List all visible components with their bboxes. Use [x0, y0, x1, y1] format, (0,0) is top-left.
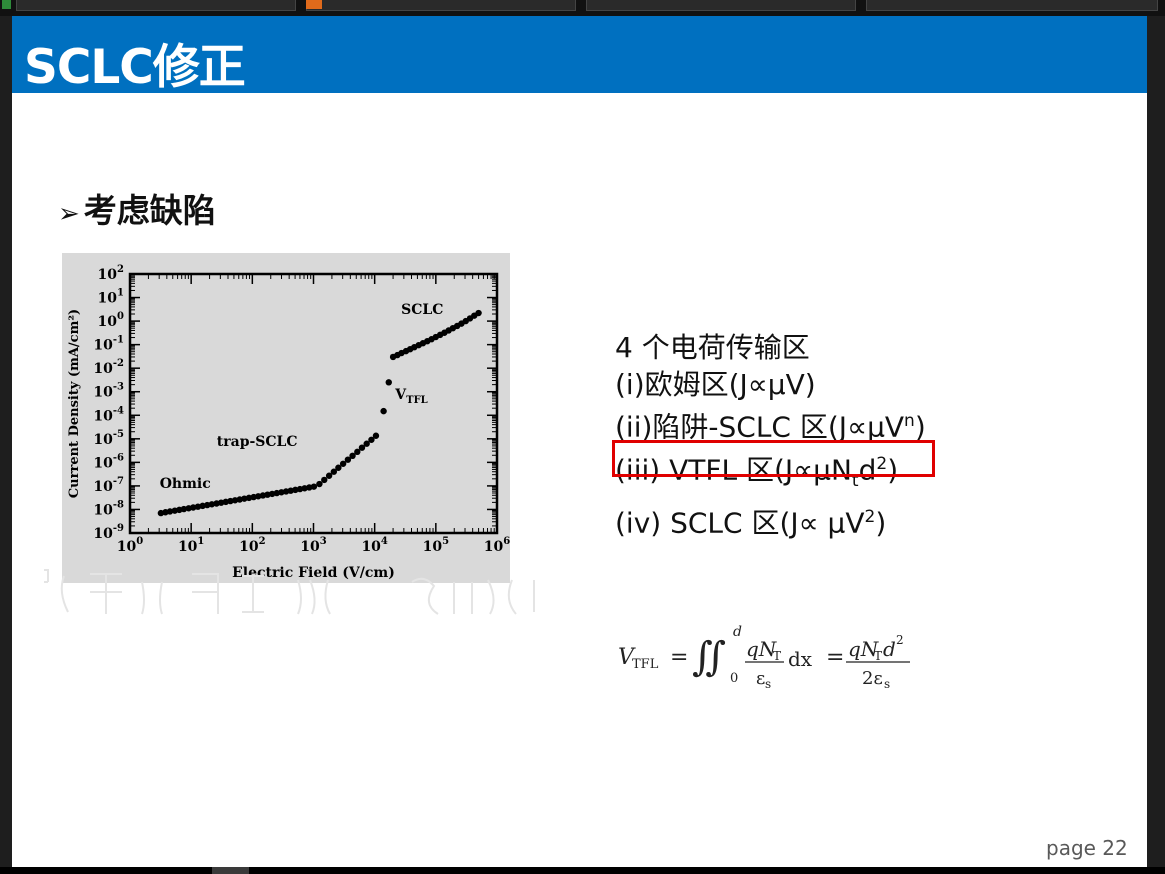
formula-lower-limit: 0 — [730, 671, 738, 686]
window-tab[interactable] — [16, 0, 296, 11]
page-number: page 22 — [1046, 836, 1128, 860]
region-sclc-main: (iv) SCLC 区(J∝ μV — [615, 506, 865, 540]
data-point — [475, 309, 482, 317]
chart-annotation: VTFL — [394, 387, 427, 406]
y-tick-label: 10-2 — [93, 358, 124, 377]
y-tick-label: 10-7 — [93, 476, 124, 495]
taskbar-block — [212, 867, 249, 874]
y-tick-label: 101 — [98, 288, 124, 307]
regions-heading: 4 个电荷传输区 — [615, 331, 810, 364]
slide-title: SCLC修正 — [24, 40, 246, 95]
chart-annotation: SCLC — [401, 302, 443, 318]
formula-num2-sub: T — [874, 649, 882, 663]
bullet-heading: ➢ 考虑缺陷 — [58, 184, 216, 232]
region-sclc: (iv) SCLC 区(J∝ μV2) — [615, 499, 926, 542]
data-point — [316, 480, 323, 488]
chart-svg: 100 101 102 103 104 105 10610210110010-110-210… — [67, 264, 510, 581]
formula-upper-limit: d — [733, 624, 742, 640]
window-top-bar — [0, 0, 1165, 16]
y-tick-label: 102 — [98, 264, 124, 283]
y-tick-label: 10-8 — [93, 499, 124, 518]
y-tick-label: 10-4 — [93, 405, 124, 424]
formula-eq1: = — [670, 645, 688, 670]
data-point — [321, 476, 328, 484]
region-trap-sclc-end: ) — [914, 410, 926, 444]
chart-image: 100 101 102 103 104 105 106 102 101 100 10-1 10-2 10… — [62, 253, 510, 583]
region-sclc-exp: 2 — [864, 507, 876, 528]
app-icon — [2, 0, 11, 9]
formula-integral: ∬ — [692, 634, 726, 680]
y-tick-label: 100 — [98, 311, 124, 330]
region-trap-sclc-main: (ii)陷阱-SCLC 区(J∝μV — [615, 410, 905, 444]
formula-den1-sub: s — [765, 677, 771, 691]
formula-dx: dx — [788, 647, 813, 671]
chart-annotation: Ohmic — [160, 476, 211, 492]
window-bottom-bar — [0, 867, 1165, 874]
chart-annotation: trap-SCLC — [217, 434, 298, 450]
data-point — [310, 483, 318, 490]
data-point — [372, 432, 380, 439]
formula-den2-sub: s — [884, 677, 890, 691]
vtfl-formula: V TFL = ∬ d 0 qN T ε s dx = qN T d 2 2ε … — [618, 624, 910, 691]
highlight-box — [612, 440, 935, 477]
data-point — [380, 407, 387, 415]
y-tick-label: 10-3 — [93, 382, 124, 401]
y-axis-label: Current Density (mA/cm²) — [67, 309, 82, 498]
app-icon — [306, 0, 322, 9]
faded-text-artifact — [44, 569, 535, 615]
formula-num2-tail: d — [883, 637, 896, 661]
formula-eq2: = — [826, 645, 844, 670]
window-tab[interactable] — [306, 0, 576, 11]
slide: SCLC修正 ➢ 考虑缺陷 100 101 102 103 104 105 106 102 101… — [12, 16, 1147, 867]
window-tab[interactable] — [586, 0, 856, 11]
formula-num1-sub: T — [773, 649, 781, 663]
region-ohmic: (i)欧姆区(J∝μV) — [615, 367, 816, 401]
arrow-bullet-icon: ➢ — [58, 199, 80, 229]
y-tick-label: 10-5 — [93, 429, 124, 448]
formula-den2: 2ε — [862, 668, 883, 689]
region-trap-sclc-exp: n — [904, 411, 915, 431]
formula-den1: ε — [756, 668, 765, 689]
y-tick-label: 10-6 — [93, 452, 124, 471]
data-point — [385, 379, 392, 386]
y-tick-label: 10-1 — [93, 335, 124, 354]
region-sclc-end: ) — [875, 506, 887, 540]
formula-num2-sup: 2 — [896, 633, 904, 647]
bullet-text: 考虑缺陷 — [83, 191, 216, 230]
transport-regions-list: 4 个电荷传输区 (i)欧姆区(J∝μV) (ii)陷阱-SCLC 区(J∝μV… — [615, 330, 926, 542]
formula-lhs-sub: TFL — [632, 657, 659, 672]
window-tab[interactable] — [866, 0, 1158, 11]
title-bar: SCLC修正 — [12, 16, 1147, 95]
